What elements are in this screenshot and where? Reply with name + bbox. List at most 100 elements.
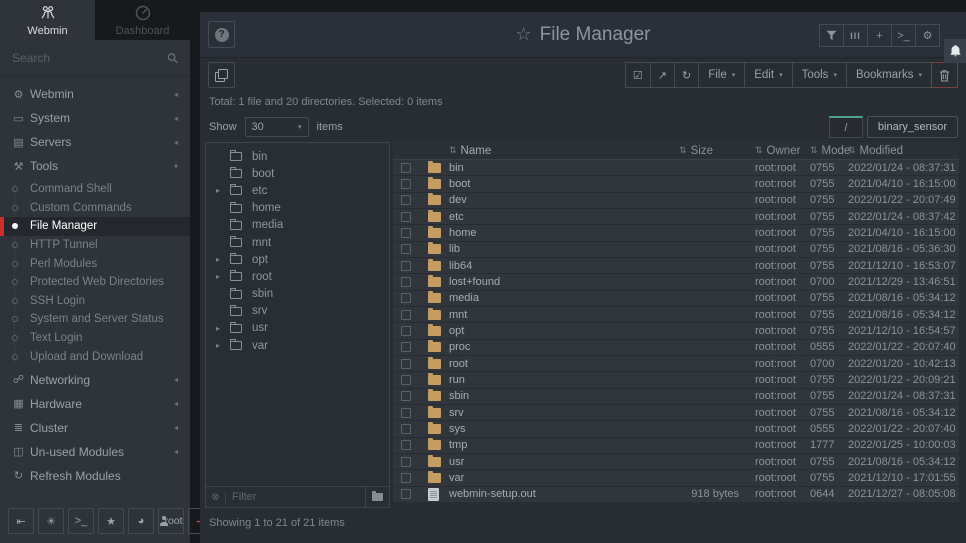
file-name[interactable]: lib	[449, 243, 645, 255]
notifications-button[interactable]	[944, 39, 966, 63]
table-row[interactable]: lib64 root:root 0755 2021/12/10 - 16:53:…	[393, 258, 959, 274]
favorite-star-icon[interactable]: ☆	[515, 24, 531, 45]
tree-item[interactable]: ▸ usr	[206, 320, 389, 337]
table-row[interactable]: webmin-setup.out 918 bytes root:root 064…	[393, 487, 959, 503]
expand-icon[interactable]: ▸	[216, 272, 230, 281]
tree-filter-input[interactable]	[226, 491, 365, 503]
tree-item[interactable]: ▸ opt	[206, 251, 389, 268]
row-checkbox[interactable]	[401, 408, 411, 418]
favorites-button[interactable]: ★	[98, 508, 124, 534]
filter-button[interactable]	[819, 24, 844, 47]
sidebar-category[interactable]: ▭ System ◂	[0, 106, 190, 130]
row-checkbox[interactable]	[401, 261, 411, 271]
settings-button[interactable]: ⚙	[915, 24, 940, 47]
row-checkbox[interactable]	[401, 440, 411, 450]
table-row[interactable]: sys root:root 0555 2022/01/22 - 20:07:40	[393, 421, 959, 437]
row-checkbox[interactable]	[401, 489, 411, 499]
copy-path-button[interactable]	[208, 62, 235, 88]
file-name[interactable]: media	[449, 292, 645, 304]
row-checkbox[interactable]	[401, 424, 411, 434]
file-name[interactable]: root	[449, 358, 645, 370]
sidebar-category[interactable]: ◫ Un-used Modules ◂	[0, 440, 190, 464]
clear-filter-icon[interactable]: ⊗	[206, 492, 226, 503]
tree-item[interactable]: ▸ sbin	[206, 286, 389, 303]
sort-by-modified[interactable]: ⇅Modified	[848, 145, 959, 157]
row-checkbox[interactable]	[401, 342, 411, 352]
sidebar-category[interactable]: ☍ Networking ◂	[0, 368, 190, 392]
table-row[interactable]: opt root:root 0755 2021/12/10 - 16:54:57	[393, 323, 959, 339]
add-button[interactable]: +	[867, 24, 892, 47]
tab-webmin[interactable]: Webmin	[0, 0, 95, 40]
table-row[interactable]: boot root:root 0755 2021/04/10 - 16:15:0…	[393, 176, 959, 192]
file-name[interactable]: webmin-setup.out	[449, 488, 645, 500]
expand-icon[interactable]: ▸	[216, 186, 230, 195]
breadcrumb-current-button[interactable]: binary_sensor	[867, 116, 958, 138]
file-name[interactable]: bin	[449, 162, 645, 174]
row-checkbox[interactable]	[401, 375, 411, 385]
file-name[interactable]: var	[449, 472, 645, 484]
row-checkbox[interactable]	[401, 457, 411, 467]
theme-toggle-button[interactable]: ☀	[38, 508, 64, 534]
tree-item[interactable]: ▸ etc	[206, 182, 389, 199]
sidebar-subitem[interactable]: Command Shell	[0, 180, 190, 199]
row-checkbox[interactable]	[401, 179, 411, 189]
row-checkbox[interactable]	[401, 293, 411, 303]
file-menu-button[interactable]: File▾	[698, 62, 745, 88]
sidebar-category[interactable]: ⚒ Tools ▾	[0, 154, 190, 178]
tree-item[interactable]: ▸ var	[206, 337, 389, 354]
table-row[interactable]: etc root:root 0755 2022/01/24 - 08:37:42	[393, 209, 959, 225]
file-name[interactable]: boot	[449, 178, 645, 190]
table-row[interactable]: home root:root 0755 2021/04/10 - 16:15:0…	[393, 225, 959, 241]
table-row[interactable]: lib root:root 0755 2021/08/16 - 05:36:30	[393, 242, 959, 258]
row-checkbox[interactable]	[401, 473, 411, 483]
search-input[interactable]	[12, 51, 167, 65]
sidebar-subitem[interactable]: Custom Commands	[0, 199, 190, 218]
row-checkbox[interactable]	[401, 359, 411, 369]
file-name[interactable]: proc	[449, 341, 645, 353]
expand-icon[interactable]: ▸	[216, 255, 230, 264]
table-row[interactable]: mnt root:root 0755 2021/08/16 - 05:34:12	[393, 307, 959, 323]
row-checkbox[interactable]	[401, 326, 411, 336]
table-row[interactable]: proc root:root 0555 2022/01/22 - 20:07:4…	[393, 340, 959, 356]
table-row[interactable]: srv root:root 0755 2021/08/16 - 05:34:12	[393, 405, 959, 421]
row-checkbox[interactable]	[401, 195, 411, 205]
table-row[interactable]: tmp root:root 1777 2022/01/25 - 10:00:03	[393, 438, 959, 454]
select-all-button[interactable]: ☑	[625, 62, 651, 88]
tab-dashboard[interactable]: Dashboard	[95, 0, 190, 40]
terminal-button[interactable]: >_	[68, 508, 94, 534]
columns-button[interactable]: III	[843, 24, 868, 47]
refresh-button[interactable]: ↻	[674, 62, 699, 88]
file-name[interactable]: dev	[449, 194, 645, 206]
file-name[interactable]: srv	[449, 407, 645, 419]
file-name[interactable]: sys	[449, 423, 645, 435]
edit-menu-button[interactable]: Edit▾	[744, 62, 792, 88]
file-name[interactable]: sbin	[449, 390, 645, 402]
table-row[interactable]: bin root:root 0755 2022/01/24 - 08:37:31	[393, 160, 959, 176]
sidebar-category[interactable]: ▦ Hardware ◂	[0, 392, 190, 416]
page-size-select[interactable]: 30 ▾	[245, 117, 309, 137]
breadcrumb-root-button[interactable]: /	[829, 116, 863, 138]
row-checkbox[interactable]	[401, 228, 411, 238]
table-row[interactable]: usr root:root 0755 2021/08/16 - 05:34:12	[393, 454, 959, 470]
sort-by-owner[interactable]: ⇅Owner	[739, 145, 810, 157]
table-row[interactable]: var root:root 0755 2021/12/10 - 17:01:55	[393, 470, 959, 486]
collapse-sidebar-button[interactable]: ⇤	[8, 508, 34, 534]
palette-button[interactable]: ◕	[128, 508, 154, 534]
sort-by-size[interactable]: ⇅Size	[645, 145, 739, 157]
share-button[interactable]: ↗	[650, 62, 675, 88]
sidebar-category[interactable]: ↻ Refresh Modules	[0, 464, 190, 488]
expand-icon[interactable]: ▸	[216, 324, 230, 333]
user-button[interactable]: root	[158, 508, 184, 534]
sidebar-subitem[interactable]: Protected Web Directories	[0, 273, 190, 292]
row-checkbox[interactable]	[401, 244, 411, 254]
tree-item[interactable]: ▸ root	[206, 268, 389, 285]
bookmarks-menu-button[interactable]: Bookmarks▾	[846, 62, 932, 88]
sidebar-subitem[interactable]: Upload and Download	[0, 347, 190, 366]
tree-item[interactable]: ▸ srv	[206, 303, 389, 320]
sidebar-category[interactable]: ⚙ Webmin ◂	[0, 82, 190, 106]
table-row[interactable]: dev root:root 0755 2022/01/22 - 20:07:49	[393, 193, 959, 209]
help-button[interactable]: ?	[208, 21, 235, 48]
file-name[interactable]: home	[449, 227, 645, 239]
table-row[interactable]: root root:root 0700 2022/01/20 - 10:42:1…	[393, 356, 959, 372]
sort-by-mode[interactable]: ⇅Mode	[810, 145, 848, 157]
